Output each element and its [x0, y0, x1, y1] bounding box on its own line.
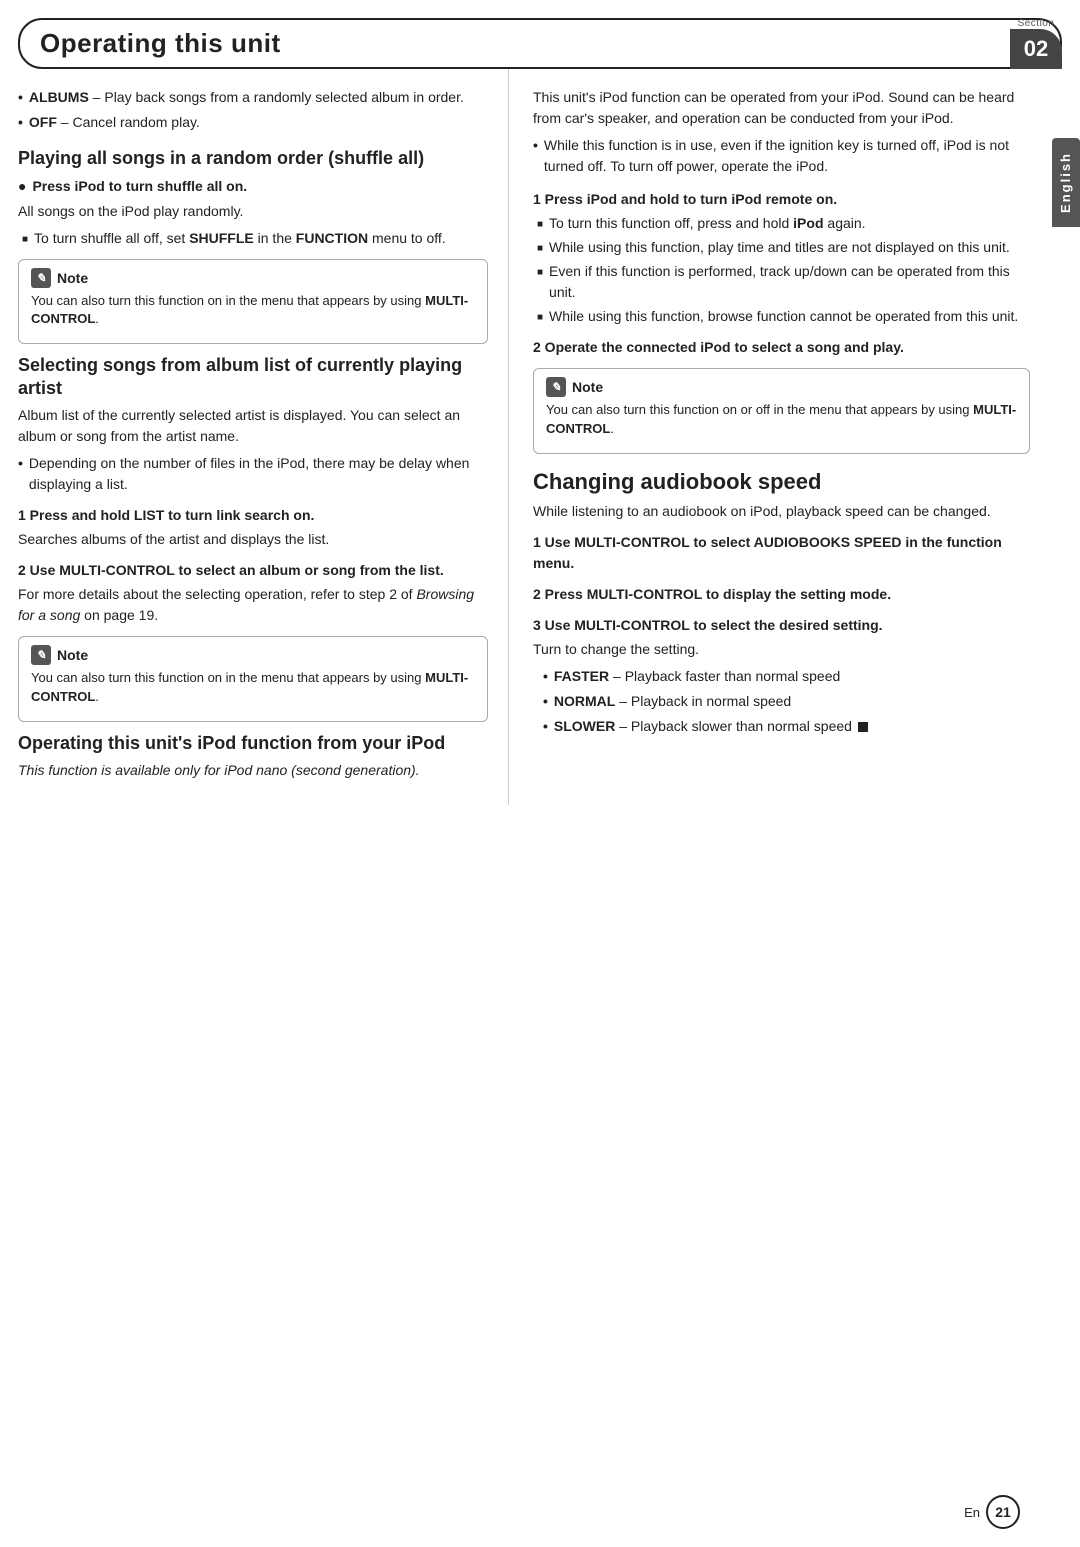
- right-sq2: ■ While using this function, play time a…: [533, 237, 1030, 258]
- stop-symbol: [858, 722, 868, 732]
- selecting-note-text: You can also turn this function on in th…: [31, 669, 475, 707]
- top-bullets: • ALBUMS – Play back songs from a random…: [18, 87, 488, 133]
- page-footer: En 21: [964, 1495, 1020, 1529]
- right-step1: 1 Press iPod and hold to turn iPod remot…: [533, 189, 1030, 210]
- selecting-title: Selecting songs from album list of curre…: [18, 354, 488, 399]
- audiobook-bullets: • FASTER – Playback faster than normal s…: [543, 666, 1030, 737]
- audiobook-section: Changing audiobook speed While listening…: [533, 468, 1030, 738]
- right-note-text: You can also turn this function on or of…: [546, 401, 1017, 439]
- selecting-note: ✎ Note You can also turn this function o…: [18, 636, 488, 722]
- bullet-item-albums: • ALBUMS – Play back songs from a random…: [18, 87, 488, 108]
- bullet-item-off: • OFF – Cancel random play.: [18, 112, 488, 133]
- selecting-step1: 1 Press and hold LIST to turn link searc…: [18, 505, 488, 526]
- shuffle-note-text: You can also turn this function on in th…: [31, 292, 475, 330]
- main-content: • ALBUMS – Play back songs from a random…: [18, 69, 1062, 805]
- off-label: OFF: [29, 114, 57, 130]
- shuffle-sq1: ■ To turn shuffle all off, set SHUFFLE i…: [18, 228, 488, 249]
- audiobook-bullet-normal: • NORMAL – Playback in normal speed: [543, 691, 1030, 712]
- selecting-section: Selecting songs from album list of curre…: [18, 354, 488, 722]
- right-note: ✎ Note You can also turn this function o…: [533, 368, 1030, 454]
- note-icon: ✎: [31, 268, 51, 288]
- right-bullet-1: • While this function is in use, even if…: [533, 135, 1030, 177]
- ipod-function-title: Operating this unit's iPod function from…: [18, 732, 488, 755]
- right-note-title: ✎ Note: [546, 377, 1017, 397]
- shuffle-note: ✎ Note You can also turn this function o…: [18, 259, 488, 345]
- page-number: 21: [986, 1495, 1020, 1529]
- audiobook-step1: 1 Use MULTI-CONTROL to select AUDIOBOOKS…: [533, 532, 1030, 574]
- ipod-function-section: Operating this unit's iPod function from…: [18, 732, 488, 782]
- audiobook-step3: 3 Use MULTI-CONTROL to select the desire…: [533, 615, 1030, 636]
- en-label: En: [964, 1505, 980, 1520]
- selecting-note-title: ✎ Note: [31, 645, 475, 665]
- selecting-step2-text: For more details about the selecting ope…: [18, 584, 488, 626]
- audiobook-desc: While listening to an audiobook on iPod,…: [533, 501, 1030, 522]
- audiobook-step2: 2 Press MULTI-CONTROL to display the set…: [533, 584, 1030, 605]
- right-sq3: ■ Even if this function is performed, tr…: [533, 261, 1030, 303]
- note-icon3: ✎: [546, 377, 566, 397]
- selecting-step1-text: Searches albums of the artist and displa…: [18, 529, 488, 550]
- left-column: • ALBUMS – Play back songs from a random…: [18, 69, 508, 805]
- page-title: Operating this unit: [40, 28, 281, 59]
- albums-text: – Play back songs from a randomly select…: [89, 89, 464, 105]
- ipod-function-italic: This function is available only for iPod…: [18, 760, 488, 781]
- shuffle-note-title: ✎ Note: [31, 268, 475, 288]
- audiobook-title: Changing audiobook speed: [533, 468, 1030, 496]
- right-sq4: ■ While using this function, browse func…: [533, 306, 1030, 327]
- section-badge: Section 02: [1010, 18, 1062, 69]
- shuffle-step1-text: All songs on the iPod play randomly.: [18, 201, 488, 222]
- right-step2: 2 Operate the connected iPod to select a…: [533, 337, 1030, 358]
- shuffle-section: Playing all songs in a random order (shu…: [18, 147, 488, 344]
- off-text: – Cancel random play.: [57, 114, 200, 130]
- audiobook-bullet-faster: • FASTER – Playback faster than normal s…: [543, 666, 1030, 687]
- section-number: 02: [1010, 29, 1062, 69]
- note-icon2: ✎: [31, 645, 51, 665]
- page-header: Operating this unit Section 02: [18, 18, 1062, 69]
- shuffle-step1-label: ● Press iPod to turn shuffle all on.: [18, 176, 488, 197]
- language-tab: English: [1052, 138, 1080, 227]
- ipod-remote-intro: This unit's iPod function can be operate…: [533, 87, 1030, 129]
- right-sq1: ■ To turn this function off, press and h…: [533, 213, 1030, 234]
- selecting-bullet1: • Depending on the number of files in th…: [18, 453, 488, 495]
- selecting-desc: Album list of the currently selected art…: [18, 405, 488, 447]
- shuffle-title: Playing all songs in a random order (shu…: [18, 147, 488, 170]
- selecting-step2: 2 Use MULTI-CONTROL to select an album o…: [18, 560, 488, 581]
- right-column: This unit's iPod function can be operate…: [508, 69, 1062, 805]
- audiobook-step3-text: Turn to change the setting.: [533, 639, 1030, 660]
- albums-label: ALBUMS: [29, 89, 89, 105]
- audiobook-bullet-slower: • SLOWER – Playback slower than normal s…: [543, 716, 1030, 737]
- section-label: Section: [1018, 18, 1055, 29]
